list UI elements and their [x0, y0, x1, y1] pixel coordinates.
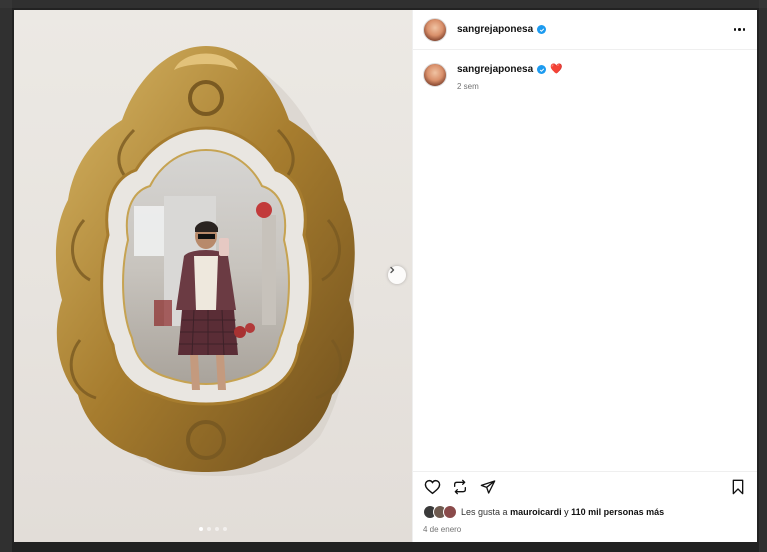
carousel-dot [215, 527, 219, 531]
post-date[interactable]: 4 de enero [413, 519, 757, 542]
post-modal: sangrejaponesa sangrejaponesa ❤️ 2 sem L… [14, 10, 757, 542]
backdrop-left [0, 0, 12, 552]
carousel-dot-active [199, 527, 203, 531]
backdrop-right [759, 0, 767, 552]
chevron-right-icon [390, 266, 395, 274]
caption-avatar[interactable] [423, 63, 447, 87]
like-button[interactable] [423, 478, 441, 496]
post-media [14, 10, 412, 542]
post-header: sangrejaponesa [413, 10, 757, 50]
save-button[interactable] [729, 478, 747, 496]
backdrop-top [0, 0, 767, 8]
send-icon [480, 479, 496, 494]
post-side-panel: sangrejaponesa sangrejaponesa ❤️ 2 sem L… [412, 10, 757, 542]
more-options-button[interactable] [733, 24, 745, 35]
carousel-dot [223, 527, 227, 531]
carousel-indicator [14, 527, 412, 531]
caption-text: ❤️ [550, 64, 563, 75]
verified-badge-icon [537, 25, 547, 34]
repost-button[interactable] [451, 478, 469, 496]
likes-conjunction: y [564, 507, 569, 517]
caption: sangrejaponesa ❤️ 2 sem [423, 62, 747, 91]
verified-badge-icon [537, 65, 547, 74]
heart-icon [424, 479, 440, 494]
caption-username[interactable]: sangrejaponesa [457, 64, 533, 75]
likes-prefix: Les gusta a [461, 507, 508, 517]
next-image-button[interactable] [388, 266, 406, 284]
likes-user-link[interactable]: mauroicardi [510, 507, 562, 517]
caption-timestamp[interactable]: 2 sem [457, 82, 563, 91]
repost-icon [454, 479, 466, 494]
bookmark-icon [732, 479, 744, 494]
mirror-photo [55, 46, 355, 476]
liker-avatars [423, 505, 457, 519]
liker-avatar [443, 505, 457, 519]
action-bar [413, 471, 757, 501]
comments-area: sangrejaponesa ❤️ 2 sem [413, 50, 757, 471]
author-avatar[interactable] [423, 17, 447, 42]
likes-count-link[interactable]: 110 mil personas más [571, 507, 664, 517]
likes-summary: Les gusta a mauroicardi y 110 mil person… [413, 501, 757, 519]
author-username[interactable]: sangrejaponesa [457, 24, 533, 35]
share-button[interactable] [479, 478, 497, 496]
carousel-dot [207, 527, 211, 531]
